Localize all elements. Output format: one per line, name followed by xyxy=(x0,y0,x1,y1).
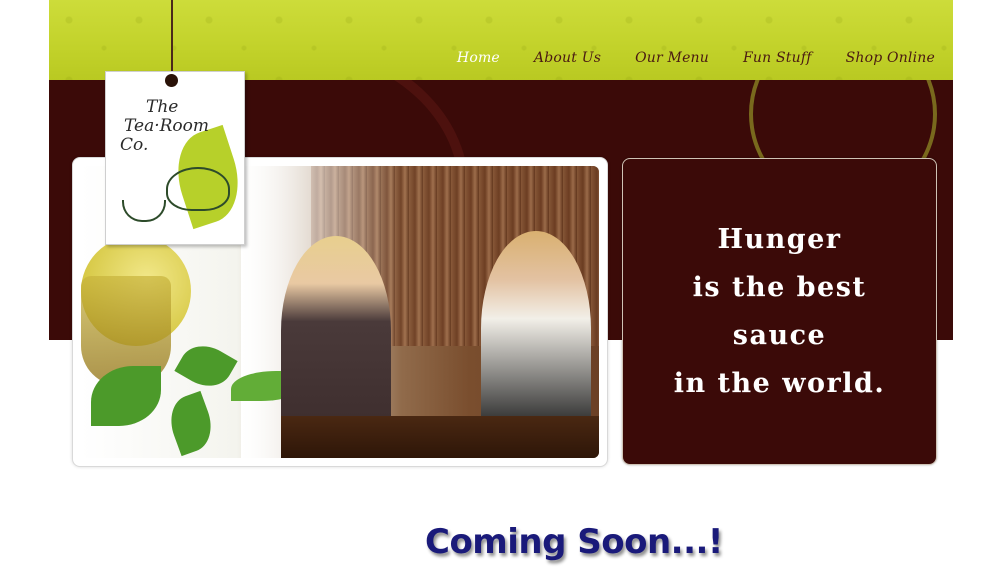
logo-line-2: Tea·Room xyxy=(124,116,210,136)
coming-soon-heading: Coming Soon...! xyxy=(425,522,723,562)
logo-line-3: Co. xyxy=(120,135,149,155)
teacup-icon xyxy=(122,200,166,222)
tag-knot xyxy=(165,74,178,87)
nav-about-us[interactable]: About Us xyxy=(534,50,601,66)
teapot-icon xyxy=(166,167,230,211)
woman-right-image xyxy=(481,231,591,426)
logo-line-1: The xyxy=(146,97,179,117)
woman-left-image xyxy=(281,236,391,426)
quote-line-2: is the best xyxy=(692,271,867,303)
mint-leaf xyxy=(174,336,238,396)
quote-line-3: sauce xyxy=(732,319,827,351)
nav-our-menu[interactable]: Our Menu xyxy=(635,50,709,66)
tag-string xyxy=(171,0,173,78)
quote-line-1: Hunger xyxy=(717,223,842,255)
nav-fun-stuff[interactable]: Fun Stuff xyxy=(743,50,812,66)
nav-shop-online[interactable]: Shop Online xyxy=(846,50,935,66)
quote-panel: Hunger is the best sauce in the world. xyxy=(622,158,937,465)
logo-text: The Tea·Room Co. xyxy=(120,98,232,155)
quote-line-4: in the world. xyxy=(673,367,886,399)
logo-tag[interactable]: The Tea·Room Co. xyxy=(105,71,251,245)
mint-leaf xyxy=(162,390,220,457)
main-nav: Home About Us Our Menu Fun Stuff Shop On… xyxy=(423,50,935,66)
floral-pattern xyxy=(49,0,953,80)
nav-home[interactable]: Home xyxy=(457,50,500,66)
cafe-table xyxy=(281,416,599,458)
top-banner: Home About Us Our Menu Fun Stuff Shop On… xyxy=(49,0,953,80)
